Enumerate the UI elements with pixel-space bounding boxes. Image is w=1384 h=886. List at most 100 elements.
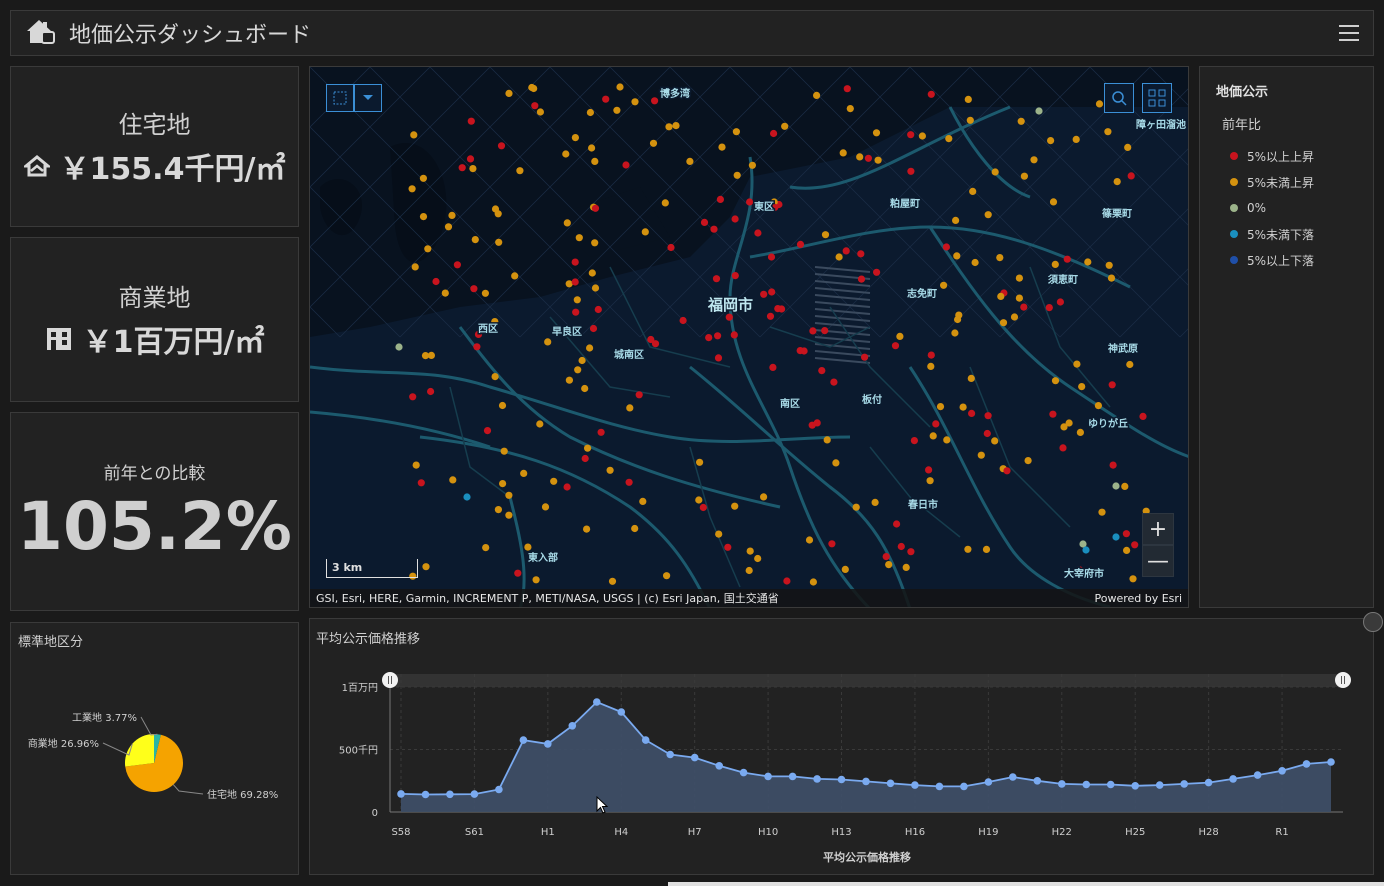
map-point[interactable] [1017,117,1025,125]
map-point[interactable] [1082,546,1090,554]
map-point[interactable] [441,289,449,297]
map-point[interactable] [852,503,860,511]
map-point[interactable] [536,420,544,428]
map-point[interactable] [639,497,647,505]
map-point[interactable] [1095,100,1104,108]
data-point[interactable] [1155,781,1164,789]
map-point[interactable] [966,116,974,124]
range-slider-handle[interactable] [382,672,398,688]
data-point[interactable] [935,782,944,791]
map-point[interactable] [466,155,475,163]
map-point[interactable] [828,540,836,548]
map-point[interactable] [1112,482,1120,490]
map-point[interactable] [641,228,649,236]
map-point[interactable] [714,332,722,340]
map-point[interactable] [809,327,817,335]
map-point[interactable] [562,150,570,158]
map-point[interactable] [606,466,614,474]
map-point[interactable] [1060,423,1068,431]
range-slider-track[interactable] [390,674,1343,687]
hamburger-menu-icon[interactable] [1339,25,1359,41]
map-point[interactable] [469,165,477,173]
map-point[interactable] [424,245,432,253]
map-point[interactable] [984,412,992,420]
map-point[interactable] [532,576,540,584]
map-point[interactable] [408,185,416,193]
map-point[interactable] [1049,198,1058,206]
data-point[interactable] [911,781,919,789]
map-point[interactable] [516,167,524,175]
map-point[interactable] [1015,294,1024,302]
map-point[interactable] [591,157,599,165]
map-point[interactable] [544,338,552,346]
map-view[interactable]: 博多湾 東区 粕屋町 篠栗町 福岡市 志免町 須恵町 西区 早良区 城南区 神武原 南区 板付 ゆりが丘春… [309,66,1189,608]
map-point[interactable] [967,374,975,382]
map-point[interactable] [832,459,840,467]
map-point[interactable] [964,95,972,103]
map-point[interactable] [705,334,713,342]
data-point[interactable] [1058,780,1066,788]
map-point[interactable] [746,547,754,555]
map-point[interactable] [608,577,617,585]
map-point[interactable] [571,134,579,142]
map-point[interactable] [1131,541,1139,549]
zoom-in-button[interactable]: + [1142,513,1174,545]
map-point[interactable] [531,102,539,110]
map-point[interactable] [969,187,977,195]
map-point[interactable] [926,477,934,485]
map-point[interactable] [613,106,621,114]
area-chart[interactable]: 0 500千円 1百万円 S58 S61 H1 H4 H7 H10 H13 H16 H19 H22 H25… [310,619,1373,874]
data-point[interactable] [617,708,626,716]
map-point[interactable] [977,451,985,459]
map-point[interactable] [1015,274,1024,282]
map-point[interactable] [591,204,600,212]
map-point[interactable] [578,356,586,365]
map-point[interactable] [857,250,865,258]
map-point[interactable] [893,520,901,528]
map-point[interactable] [724,543,732,551]
map-point[interactable] [907,548,915,556]
map-point[interactable] [550,477,558,485]
data-point[interactable] [837,775,846,784]
map-point[interactable] [1049,410,1057,418]
map-point[interactable] [846,105,854,113]
map-point[interactable] [943,436,951,444]
map-point[interactable] [597,428,605,436]
map-point[interactable] [796,240,805,248]
map-point[interactable] [805,536,814,544]
map-point[interactable] [530,84,538,93]
map-point[interactable] [470,285,478,293]
map-point[interactable] [453,261,461,269]
map-point[interactable] [432,277,440,286]
map-point[interactable] [983,429,991,438]
map-point[interactable] [541,503,550,511]
map-point[interactable] [716,195,724,203]
map-point[interactable] [581,454,589,463]
map-point[interactable] [571,258,579,266]
data-point[interactable] [886,779,895,788]
map-point[interactable] [1063,255,1071,263]
map-point[interactable] [1045,304,1053,312]
map-point[interactable] [524,543,532,551]
map-point[interactable] [1003,467,1011,475]
map-point[interactable] [842,247,850,255]
powered-by[interactable]: Powered by Esri [1094,592,1182,605]
map-point[interactable] [964,545,972,553]
data-point[interactable] [544,740,552,748]
map-point[interactable] [695,496,703,504]
map-point[interactable] [1121,482,1129,490]
map-point[interactable] [494,210,502,218]
data-point[interactable] [984,778,993,786]
map-point[interactable] [626,404,634,412]
data-point[interactable] [519,736,528,744]
map-point[interactable] [1020,303,1028,311]
map-point[interactable] [679,316,687,325]
map-point[interactable] [760,493,768,501]
map-point[interactable] [491,373,499,381]
map-point[interactable] [953,252,961,260]
basemap-select-icon[interactable] [326,84,354,112]
map-point[interactable] [1107,274,1116,282]
data-point[interactable] [960,782,968,791]
map-point[interactable] [1059,444,1067,452]
map-point[interactable] [500,447,508,455]
